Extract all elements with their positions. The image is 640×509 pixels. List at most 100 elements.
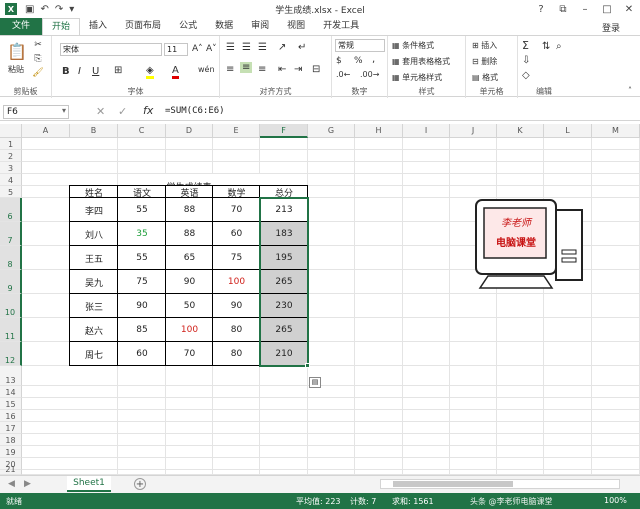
font-size-select[interactable]: 11 [164, 43, 188, 56]
select-all-corner[interactable] [0, 124, 22, 138]
maximize-icon[interactable]: □ [596, 0, 618, 18]
paste-icon[interactable]: 📋 [6, 40, 28, 62]
insert-function-icon[interactable]: fx [143, 104, 153, 117]
orientation-icon[interactable]: ↗ [278, 42, 286, 53]
format-painter-icon[interactable]: 🖌 [32, 67, 44, 79]
insert-cells-button[interactable]: ⊞ 插入 [472, 40, 497, 51]
copy-icon[interactable]: ⎘ [32, 53, 44, 65]
name-box-dropdown-icon[interactable]: ▾ [62, 106, 66, 115]
row-header-11[interactable]: 11 [0, 318, 22, 342]
customize-qat-icon[interactable]: ▾ [69, 4, 74, 15]
row-header-12[interactable]: 12 [0, 342, 22, 366]
close-icon[interactable]: ✕ [618, 0, 640, 18]
row-header-7[interactable]: 7 [0, 222, 22, 246]
row-header-16[interactable]: 16 [0, 410, 22, 422]
increase-decimal-icon[interactable]: .0← [336, 70, 350, 79]
next-sheet-icon[interactable]: ▶ [24, 479, 31, 489]
find-select-icon[interactable]: ⌕ [556, 41, 562, 52]
align-left-icon[interactable]: ≡ [226, 64, 234, 75]
zoom-level[interactable]: 100% [604, 496, 627, 505]
row-header-14[interactable]: 14 [0, 386, 22, 398]
formula-input[interactable]: =SUM(C6:E6) [165, 106, 225, 116]
cell-styles-button[interactable]: ▦ 单元格样式 [392, 72, 442, 83]
minimize-icon[interactable]: – [574, 0, 596, 18]
grow-font-icon[interactable]: A˄ [192, 44, 203, 54]
undo-icon[interactable]: ↶ [40, 4, 48, 15]
cancel-formula-icon[interactable]: ✕ [96, 105, 105, 118]
fill-handle[interactable] [305, 363, 310, 368]
paste-label[interactable]: 粘贴 [8, 64, 24, 75]
tab-developer[interactable]: 开发工具 [314, 18, 368, 35]
tab-insert[interactable]: 插入 [80, 18, 116, 35]
decrease-indent-icon[interactable]: ⇤ [278, 64, 286, 75]
font-name-select[interactable]: 宋体 [60, 43, 162, 56]
conditional-format-button[interactable]: ▦ 条件格式 [392, 40, 434, 51]
row-header-4[interactable]: 4 [0, 174, 22, 186]
fill-color-icon[interactable]: ◈ [146, 65, 154, 79]
underline-button[interactable]: U [92, 66, 99, 77]
sort-filter-icon[interactable]: ⇅ [542, 41, 550, 52]
quick-analysis-icon[interactable]: ▤ [309, 377, 321, 388]
bold-button[interactable]: B [62, 66, 70, 77]
column-header-b[interactable]: B [70, 124, 118, 138]
row-header-5[interactable]: 5 [0, 186, 22, 198]
tab-formulas[interactable]: 公式 [170, 18, 206, 35]
border-icon[interactable]: ⊞ [114, 65, 122, 76]
name-box[interactable]: F6 [3, 105, 69, 119]
horizontal-scrollbar[interactable] [380, 479, 620, 489]
column-header-h[interactable]: H [355, 124, 403, 138]
row-header-15[interactable]: 15 [0, 398, 22, 410]
tab-home[interactable]: 开始 [42, 18, 81, 35]
row-header-3[interactable]: 3 [0, 162, 22, 174]
column-header-a[interactable]: A [22, 124, 70, 138]
wrap-text-icon[interactable]: ↵ [298, 42, 306, 53]
column-header-c[interactable]: C [118, 124, 166, 138]
format-cells-button[interactable]: ▤ 格式 [472, 72, 498, 83]
column-header-e[interactable]: E [213, 124, 260, 138]
row-header-10[interactable]: 10 [0, 294, 22, 318]
row-header-6[interactable]: 6 [0, 198, 22, 222]
row-header-8[interactable]: 8 [0, 246, 22, 270]
autosum-icon[interactable]: Σ [522, 39, 529, 52]
percent-button[interactable]: % [354, 56, 363, 66]
row-header-19[interactable]: 19 [0, 446, 22, 458]
format-as-table-button[interactable]: ▦ 套用表格格式 [392, 56, 450, 67]
font-color-icon[interactable]: A [172, 65, 179, 79]
currency-icon[interactable]: $ [336, 56, 342, 66]
align-center-icon[interactable]: ≡ [240, 62, 253, 73]
clear-icon[interactable]: ◇ [522, 70, 530, 81]
collapse-ribbon-icon[interactable]: ˄ [628, 86, 632, 95]
tab-data[interactable]: 数据 [206, 18, 242, 35]
align-top-icon[interactable]: ☰ [226, 42, 235, 53]
ribbon-display-icon[interactable]: ⧉ [552, 0, 574, 18]
column-header-g[interactable]: G [308, 124, 355, 138]
prev-sheet-icon[interactable]: ◀ [8, 479, 15, 489]
comma-button[interactable]: , [372, 54, 375, 65]
fill-icon[interactable]: ⇩ [522, 55, 530, 66]
merge-center-icon[interactable]: ⊟ [312, 64, 320, 75]
align-bottom-icon[interactable]: ☰ [258, 42, 267, 53]
decrease-decimal-icon[interactable]: .00→ [360, 70, 379, 79]
save-icon[interactable]: ▣ [25, 4, 34, 15]
tab-view[interactable]: 视图 [278, 18, 314, 35]
column-header-l[interactable]: L [544, 124, 592, 138]
cut-icon[interactable]: ✂ [32, 39, 44, 51]
login-link[interactable]: 登录 [602, 21, 620, 34]
column-header-k[interactable]: K [497, 124, 544, 138]
row-header-18[interactable]: 18 [0, 434, 22, 446]
shrink-font-icon[interactable]: A˅ [206, 44, 217, 54]
scrollbar-thumb[interactable] [393, 481, 513, 487]
row-header-9[interactable]: 9 [0, 270, 22, 294]
tab-file[interactable]: 文件 [0, 18, 43, 35]
column-header-i[interactable]: I [403, 124, 450, 138]
column-header-f[interactable]: F [260, 124, 308, 138]
tab-review[interactable]: 审阅 [242, 18, 278, 35]
row-header-2[interactable]: 2 [0, 150, 22, 162]
phonetic-icon[interactable]: wén [198, 65, 215, 74]
row-header-17[interactable]: 17 [0, 422, 22, 434]
number-format-select[interactable]: 常规 [335, 39, 385, 52]
increase-indent-icon[interactable]: ⇥ [294, 64, 302, 75]
redo-icon[interactable]: ↷ [55, 4, 63, 15]
delete-cells-button[interactable]: ⊟ 删除 [472, 56, 497, 67]
add-sheet-button[interactable]: + [134, 478, 146, 490]
